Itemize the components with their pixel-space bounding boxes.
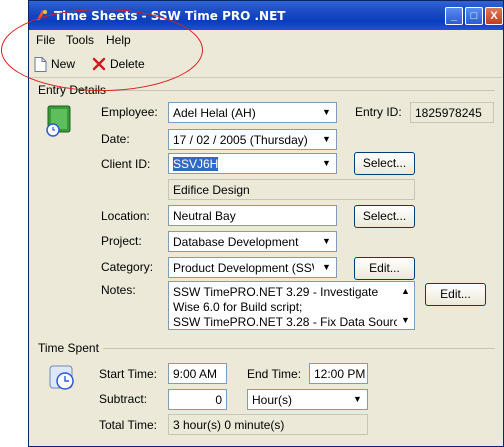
total-time-display: 3 hour(s) 0 minute(s)	[168, 414, 368, 435]
entry-id-label: Entry ID:	[355, 105, 402, 119]
notes-line: SSW TimePRO.NET 3.28 - Fix Data Source	[173, 315, 407, 329]
employee-dropdown[interactable]: Adel Helal (AH) ▼	[168, 102, 337, 123]
window-title: Time Sheets - SSW Time PRO .NET	[54, 9, 286, 23]
start-time-input[interactable]: 9:00 AM	[168, 363, 227, 384]
delete-label: Delete	[110, 57, 145, 71]
scroll-down-icon[interactable]: ▼	[401, 315, 410, 325]
close-button[interactable]: X	[485, 7, 503, 25]
new-button[interactable]: New	[34, 55, 75, 73]
time-spent-heading: Time Spent	[38, 341, 103, 355]
employee-label: Employee:	[101, 105, 158, 119]
timesheet-book-icon	[46, 105, 71, 137]
app-icon	[37, 10, 47, 20]
delete-x-icon	[92, 57, 106, 71]
client-id-value: SSVJ6H	[173, 157, 219, 171]
time-spent-divider	[101, 348, 495, 349]
notes-line: SSW TimePRO.NET 3.29 - Investigate	[173, 285, 379, 299]
end-time-label: End Time:	[247, 367, 302, 381]
notes-scrollbar[interactable]: ▲ ▼	[397, 282, 414, 329]
scroll-up-icon[interactable]: ▲	[401, 286, 410, 296]
chevron-down-icon[interactable]: ▼	[317, 258, 336, 277]
menu-help[interactable]: Help	[106, 33, 131, 47]
subtract-unit-dropdown[interactable]: Hour(s) ▼	[247, 389, 368, 410]
time-sheets-window: Time Sheets - SSW Time PRO .NET _ □ X Fi…	[28, 0, 504, 447]
chevron-down-icon[interactable]: ▼	[317, 130, 336, 149]
minimize-button[interactable]: _	[445, 7, 463, 25]
client-id-label: Client ID:	[101, 157, 151, 171]
notes-edit-button[interactable]: Edit...	[425, 283, 486, 306]
location-input[interactable]: Neutral Bay	[168, 205, 337, 226]
chevron-down-icon[interactable]: ▼	[348, 390, 367, 409]
entry-id-value: 1825978245	[410, 102, 494, 123]
new-label: New	[51, 57, 76, 71]
location-select-button[interactable]: Select...	[354, 205, 415, 228]
subtract-label: Subtract:	[99, 392, 148, 406]
menu-file[interactable]: File	[36, 33, 55, 47]
end-time-input[interactable]: 12:00 PM	[309, 363, 368, 384]
toolbar: New Delete	[29, 50, 503, 78]
start-time-label: Start Time:	[99, 367, 158, 381]
date-picker[interactable]: 17 / 02 / 2005 (Thursday) ▼	[168, 129, 337, 150]
chevron-down-icon[interactable]: ▼	[317, 232, 336, 251]
subtract-unit-value: Hour(s)	[252, 393, 293, 407]
employee-value: Adel Helal (AH)	[173, 106, 256, 120]
menu-tools[interactable]: Tools	[66, 33, 94, 47]
date-label: Date:	[101, 132, 130, 146]
notes-textarea[interactable]: SSW TimePRO.NET 3.29 - Investigate Wise …	[168, 281, 415, 330]
category-dropdown[interactable]: Product Development (SSW ▼	[168, 257, 337, 278]
title-bar[interactable]: Time Sheets - SSW Time PRO .NET _ □ X	[29, 1, 503, 30]
project-dropdown[interactable]: Database Development ▼	[168, 231, 337, 252]
notes-line: Wise 6.0 for Build script;	[173, 300, 303, 314]
chevron-down-icon[interactable]: ▼	[317, 103, 336, 122]
maximize-button[interactable]: □	[465, 7, 483, 25]
entry-details-divider	[107, 90, 495, 91]
new-document-icon	[34, 56, 47, 72]
client-name-display: Edifice Design	[168, 179, 415, 200]
client-id-dropdown[interactable]: SSVJ6H ▼	[168, 153, 337, 174]
project-value: Database Development	[173, 235, 299, 249]
notes-label: Notes:	[101, 283, 136, 297]
subtract-input[interactable]: 0	[168, 389, 227, 410]
menu-bar: File Tools Help	[29, 30, 503, 50]
category-label: Category:	[101, 260, 154, 274]
client-select-button[interactable]: Select...	[354, 152, 415, 175]
date-value: 17 / 02 / 2005 (Thursday)	[173, 133, 308, 147]
location-label: Location:	[101, 209, 150, 223]
delete-button[interactable]: Delete	[92, 55, 145, 73]
category-value: Product Development (SSW	[173, 261, 314, 275]
category-edit-button[interactable]: Edit...	[354, 257, 415, 280]
total-time-label: Total Time:	[99, 418, 158, 432]
entry-details-heading: Entry Details	[38, 83, 111, 97]
project-label: Project:	[101, 234, 142, 248]
stopwatch-icon	[49, 365, 74, 390]
chevron-down-icon[interactable]: ▼	[317, 154, 336, 173]
